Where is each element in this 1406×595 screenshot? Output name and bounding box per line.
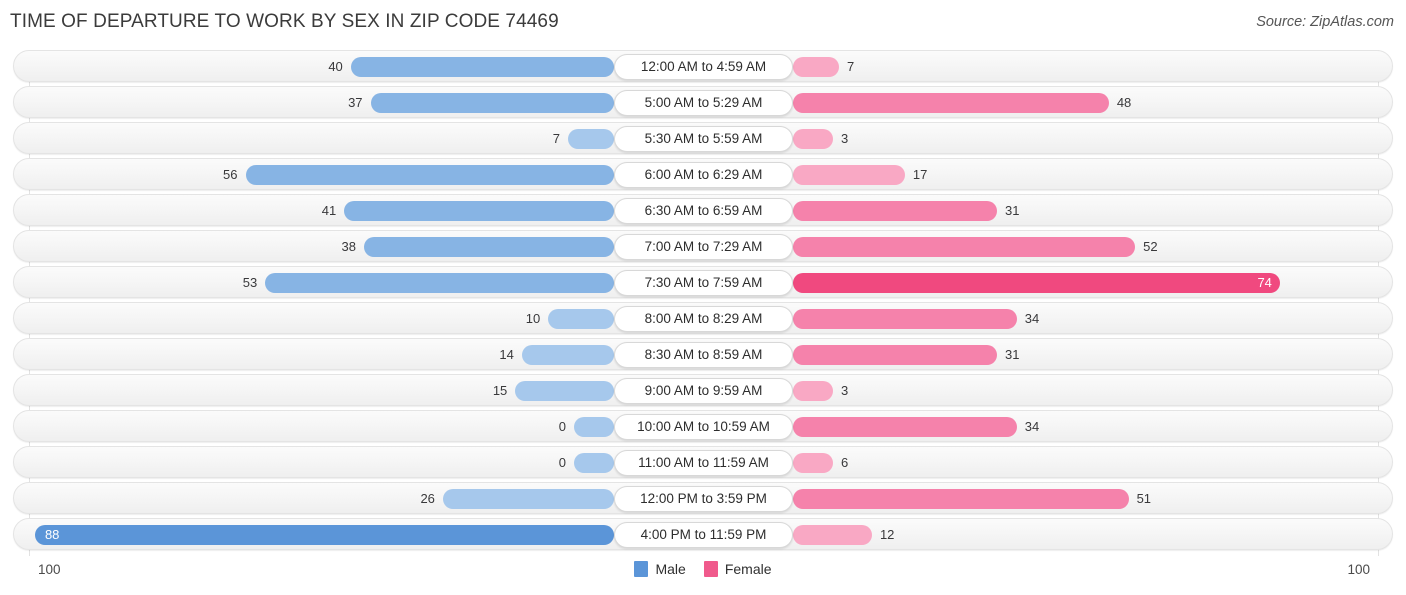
- male-bar: [521, 345, 614, 365]
- female-bar: [793, 345, 997, 365]
- category-label: 5:00 AM to 5:29 AM: [614, 90, 793, 116]
- male-value-label: 15: [492, 383, 508, 398]
- chart-row: 0 34 10:00 AM to 10:59 AM: [13, 410, 1393, 442]
- category-label: 6:30 AM to 6:59 AM: [614, 198, 793, 224]
- male-value-label: 56: [223, 167, 238, 182]
- male-value-label: 10: [525, 311, 541, 326]
- chart-legend: Male Female: [0, 561, 1406, 577]
- male-bar: [363, 237, 614, 257]
- chart-row: 7 3 5:30 AM to 5:59 AM: [13, 122, 1393, 154]
- female-value-label: 12: [879, 527, 895, 542]
- chart-row: 15 3 9:00 AM to 9:59 AM: [13, 374, 1393, 406]
- female-value-label: 34: [1024, 419, 1040, 434]
- legend-item-female[interactable]: Female: [703, 561, 772, 577]
- male-bar: [344, 201, 614, 221]
- female-value-label: 3: [841, 131, 849, 146]
- chart-header: TIME OF DEPARTURE TO WORK BY SEX IN ZIP …: [0, 0, 1406, 46]
- male-value-label: 40: [328, 59, 343, 74]
- male-value-label: 37: [348, 95, 363, 110]
- male-bar: [265, 273, 614, 293]
- legend-swatch-icon: [634, 561, 649, 577]
- female-value-label: 7: [847, 59, 855, 74]
- male-bar: [34, 525, 614, 545]
- category-label: 7:00 AM to 7:29 AM: [614, 234, 793, 260]
- female-value-label: 52: [1143, 239, 1158, 254]
- legend-label: Female: [724, 561, 772, 577]
- female-value-label: 17: [912, 167, 928, 182]
- chart-row: 56 17 6:00 AM to 6:29 AM: [13, 158, 1393, 190]
- legend-item-male[interactable]: Male: [634, 561, 686, 577]
- category-label: 8:30 AM to 8:59 AM: [614, 342, 793, 368]
- female-bar: [793, 417, 1017, 437]
- category-label: 11:00 AM to 11:59 AM: [614, 450, 793, 476]
- male-bar: [567, 129, 614, 149]
- category-label: 6:00 AM to 6:29 AM: [614, 162, 793, 188]
- chart-root: TIME OF DEPARTURE TO WORK BY SEX IN ZIP …: [0, 0, 1406, 595]
- female-value-label: 31: [1004, 203, 1020, 218]
- male-bar: [548, 309, 614, 329]
- male-bar: [245, 165, 614, 185]
- category-label: 12:00 AM to 4:59 AM: [614, 54, 793, 80]
- category-label: 8:00 AM to 8:29 AM: [614, 306, 793, 332]
- male-bar: [442, 489, 614, 509]
- category-label: 12:00 PM to 3:59 PM: [614, 486, 793, 512]
- male-value-label: 7: [552, 131, 560, 146]
- chart-row: 38 52 7:00 AM to 7:29 AM: [13, 230, 1393, 262]
- male-bar: [574, 453, 614, 473]
- male-value-label: 0: [558, 455, 566, 470]
- female-bar: [793, 93, 1109, 113]
- chart-row: 14 31 8:30 AM to 8:59 AM: [13, 338, 1393, 370]
- male-value-label: 53: [242, 275, 258, 290]
- chart-row: 41 31 6:30 AM to 6:59 AM: [13, 194, 1393, 226]
- female-value-label: 51: [1136, 491, 1152, 506]
- category-label: 9:00 AM to 9:59 AM: [614, 378, 793, 404]
- category-label: 7:30 AM to 7:59 AM: [614, 270, 793, 296]
- male-bar: [515, 381, 614, 401]
- female-bar: [793, 381, 833, 401]
- female-value-label: 3: [841, 383, 849, 398]
- chart-row: 37 48 5:00 AM to 5:29 AM: [13, 86, 1393, 118]
- male-value-label: 38: [341, 239, 356, 254]
- female-bar: [793, 237, 1136, 257]
- female-bar: [793, 201, 997, 221]
- female-bar: [793, 165, 905, 185]
- female-bar: [793, 57, 840, 77]
- female-value-label: 31: [1004, 347, 1020, 362]
- chart-row: 40 7 12:00 AM to 4:59 AM: [13, 50, 1393, 82]
- female-bar: [793, 273, 1280, 293]
- male-value-label: 14: [499, 347, 514, 362]
- female-value-label: 6: [841, 455, 849, 470]
- category-label: 5:30 AM to 5:59 AM: [614, 126, 793, 152]
- female-bar: [793, 129, 833, 149]
- female-bar: [793, 489, 1129, 509]
- legend-swatch-icon: [703, 561, 718, 577]
- chart-row: 10 34 8:00 AM to 8:29 AM: [13, 302, 1393, 334]
- category-label: 4:00 PM to 11:59 PM: [614, 522, 793, 548]
- chart-footer: 100 100 Male Female: [0, 554, 1406, 595]
- male-bar: [350, 57, 614, 77]
- bar-chart-plot-area: 40 7 12:00 AM to 4:59 AM 37 48 5:00 AM to 5:2…: [0, 46, 1406, 556]
- male-value-label: 0: [558, 419, 566, 434]
- chart-row: 88 12 4:00 PM to 11:59 PM: [13, 518, 1393, 550]
- female-value-label: 34: [1024, 311, 1040, 326]
- male-bar: [574, 417, 614, 437]
- female-bar: [793, 309, 1017, 329]
- page-title: TIME OF DEPARTURE TO WORK BY SEX IN ZIP …: [10, 11, 559, 32]
- male-value-label: 41: [321, 203, 337, 218]
- chart-row: 0 6 11:00 AM to 11:59 AM: [13, 446, 1393, 478]
- chart-row: 53 74 7:30 AM to 7:59 AM: [13, 266, 1393, 298]
- category-label: 10:00 AM to 10:59 AM: [614, 414, 793, 440]
- female-bar: [793, 525, 872, 545]
- male-value-label: 88: [44, 527, 60, 542]
- chart-row: 26 51 12:00 PM to 3:59 PM: [13, 482, 1393, 514]
- male-value-label: 26: [420, 491, 435, 506]
- source-attribution: Source: ZipAtlas.com: [1256, 14, 1394, 30]
- female-value-label: 74: [1257, 275, 1272, 290]
- female-value-label: 48: [1116, 95, 1132, 110]
- legend-label: Male: [655, 561, 686, 577]
- male-bar: [370, 93, 614, 113]
- female-bar: [793, 453, 833, 473]
